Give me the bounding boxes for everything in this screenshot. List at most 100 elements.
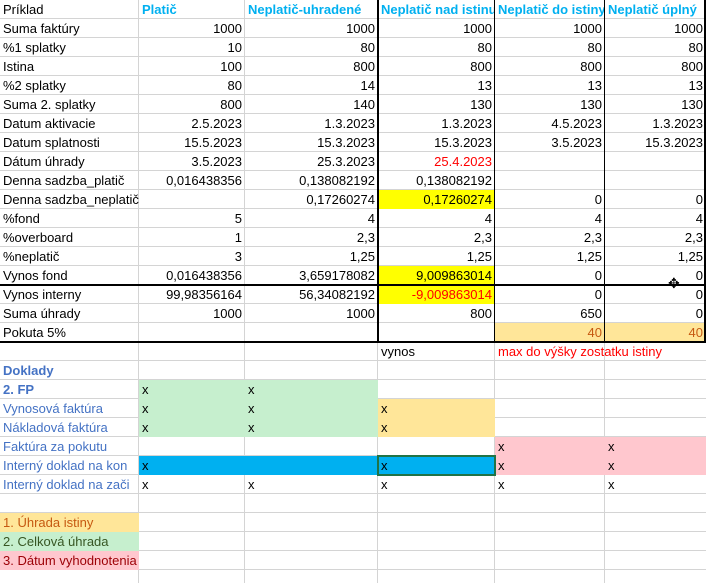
- value-cell[interactable]: 1000: [139, 304, 245, 323]
- spreadsheet-grid[interactable]: Príklad Platič Neplatič-uhradené Neplatič n…: [0, 0, 706, 583]
- value-cell[interactable]: 2,3: [495, 228, 605, 247]
- value-cell[interactable]: 0: [605, 285, 706, 304]
- value-cell[interactable]: 1,25: [378, 247, 495, 266]
- doklad-mark[interactable]: [245, 437, 378, 456]
- value-cell[interactable]: 1000: [139, 19, 245, 38]
- value-cell[interactable]: 0,138082192: [245, 171, 378, 190]
- doklad-mark[interactable]: [495, 399, 605, 418]
- value-cell[interactable]: 800: [605, 57, 706, 76]
- value-cell[interactable]: 800: [495, 57, 605, 76]
- row-label[interactable]: %overboard: [0, 228, 139, 247]
- doklady-title[interactable]: Doklady: [0, 361, 139, 380]
- row-label[interactable]: Datum aktivacie: [0, 114, 139, 133]
- doklad-label[interactable]: Nákladová faktúra: [0, 418, 139, 437]
- doklad-label[interactable]: Vynosová faktúra: [0, 399, 139, 418]
- row-label[interactable]: Suma faktúry: [0, 19, 139, 38]
- value-cell[interactable]: 3,659178082: [245, 266, 378, 285]
- value-cell[interactable]: 14: [245, 76, 378, 95]
- doklad-mark[interactable]: [495, 380, 605, 399]
- value-cell[interactable]: 40: [605, 323, 706, 342]
- doklad-mark[interactable]: x: [495, 437, 605, 456]
- doklad-label[interactable]: Faktúra za pokutu: [0, 437, 139, 456]
- header-column[interactable]: Neplatič-uhradené: [245, 0, 378, 19]
- doklad-mark[interactable]: x: [139, 399, 245, 418]
- doklad-mark[interactable]: x: [378, 475, 495, 494]
- doklad-mark[interactable]: x: [605, 456, 706, 475]
- doklad-mark[interactable]: x: [245, 418, 378, 437]
- doklad-mark[interactable]: x: [139, 380, 245, 399]
- value-cell[interactable]: [495, 152, 605, 171]
- value-cell[interactable]: 2,3: [245, 228, 378, 247]
- value-cell[interactable]: 0,17260274: [378, 190, 495, 209]
- doklad-mark[interactable]: x: [139, 418, 245, 437]
- doklad-mark[interactable]: [245, 456, 378, 475]
- value-cell[interactable]: 0: [495, 266, 605, 285]
- value-cell[interactable]: 0,138082192: [378, 171, 495, 190]
- value-cell[interactable]: [605, 152, 706, 171]
- value-cell[interactable]: -9,009863014: [378, 285, 495, 304]
- value-cell[interactable]: 1000: [378, 19, 495, 38]
- row-label[interactable]: %2 splatky: [0, 76, 139, 95]
- value-cell[interactable]: [605, 171, 706, 190]
- value-cell[interactable]: 25.3.2023: [245, 152, 378, 171]
- value-cell[interactable]: [139, 323, 245, 342]
- row-label[interactable]: Istina: [0, 57, 139, 76]
- doklad-mark[interactable]: [378, 380, 495, 399]
- value-cell[interactable]: 80: [139, 76, 245, 95]
- value-cell[interactable]: 0,016438356: [139, 266, 245, 285]
- value-cell[interactable]: 0,17260274: [245, 190, 378, 209]
- header-priklad[interactable]: Príklad: [0, 0, 139, 19]
- value-cell[interactable]: 15.3.2023: [605, 133, 706, 152]
- value-cell[interactable]: 25.4.2023: [378, 152, 495, 171]
- value-cell[interactable]: 4.5.2023: [495, 114, 605, 133]
- value-cell[interactable]: 1,25: [605, 247, 706, 266]
- value-cell[interactable]: 0: [605, 266, 706, 285]
- value-cell[interactable]: 800: [378, 57, 495, 76]
- value-cell[interactable]: 130: [378, 95, 495, 114]
- value-cell[interactable]: 100: [139, 57, 245, 76]
- value-cell[interactable]: 15.3.2023: [378, 133, 495, 152]
- row-label[interactable]: Dátum úhrady: [0, 152, 139, 171]
- row-label[interactable]: %1 splatky: [0, 38, 139, 57]
- legend-item[interactable]: 1. Úhrada istiny: [0, 513, 139, 532]
- legend-item[interactable]: 2. Celková úhrada: [0, 532, 139, 551]
- value-cell[interactable]: 1.3.2023: [245, 114, 378, 133]
- row-label[interactable]: Vynos fond: [0, 266, 139, 285]
- doklad-mark[interactable]: x: [245, 475, 378, 494]
- value-cell[interactable]: 130: [605, 95, 706, 114]
- doklad-mark[interactable]: x: [495, 456, 605, 475]
- value-cell[interactable]: 13: [495, 76, 605, 95]
- value-cell[interactable]: 1000: [605, 19, 706, 38]
- value-cell[interactable]: 0: [495, 190, 605, 209]
- value-cell[interactable]: [378, 323, 495, 342]
- doklad-mark[interactable]: [139, 437, 245, 456]
- doklad-mark[interactable]: x: [495, 475, 605, 494]
- doklad-mark[interactable]: [495, 418, 605, 437]
- value-cell[interactable]: 130: [495, 95, 605, 114]
- value-cell[interactable]: 1000: [495, 19, 605, 38]
- value-cell[interactable]: 3.5.2023: [139, 152, 245, 171]
- doklad-mark[interactable]: x: [139, 475, 245, 494]
- row-label[interactable]: Denna sadzba_neplatič: [0, 190, 139, 209]
- value-cell[interactable]: 13: [378, 76, 495, 95]
- value-cell[interactable]: [245, 323, 378, 342]
- row-label[interactable]: Vynos interny: [0, 285, 139, 304]
- value-cell[interactable]: 5: [139, 209, 245, 228]
- value-cell[interactable]: 99,98356164: [139, 285, 245, 304]
- row-label[interactable]: %neplatič: [0, 247, 139, 266]
- value-cell[interactable]: 2,3: [378, 228, 495, 247]
- value-cell[interactable]: 80: [245, 38, 378, 57]
- header-column[interactable]: Neplatič nad istinu: [378, 0, 495, 19]
- doklad-mark[interactable]: [605, 399, 706, 418]
- value-cell[interactable]: 140: [245, 95, 378, 114]
- value-cell[interactable]: 0: [605, 190, 706, 209]
- value-cell[interactable]: 1: [139, 228, 245, 247]
- doklad-mark[interactable]: x: [139, 456, 245, 475]
- row-label[interactable]: Pokuta 5%: [0, 323, 139, 342]
- value-cell[interactable]: 1000: [245, 304, 378, 323]
- note-vynos[interactable]: vynos: [378, 342, 495, 361]
- value-cell[interactable]: 4: [495, 209, 605, 228]
- value-cell[interactable]: 800: [378, 304, 495, 323]
- value-cell[interactable]: 4: [605, 209, 706, 228]
- row-label[interactable]: Datum splatnosti: [0, 133, 139, 152]
